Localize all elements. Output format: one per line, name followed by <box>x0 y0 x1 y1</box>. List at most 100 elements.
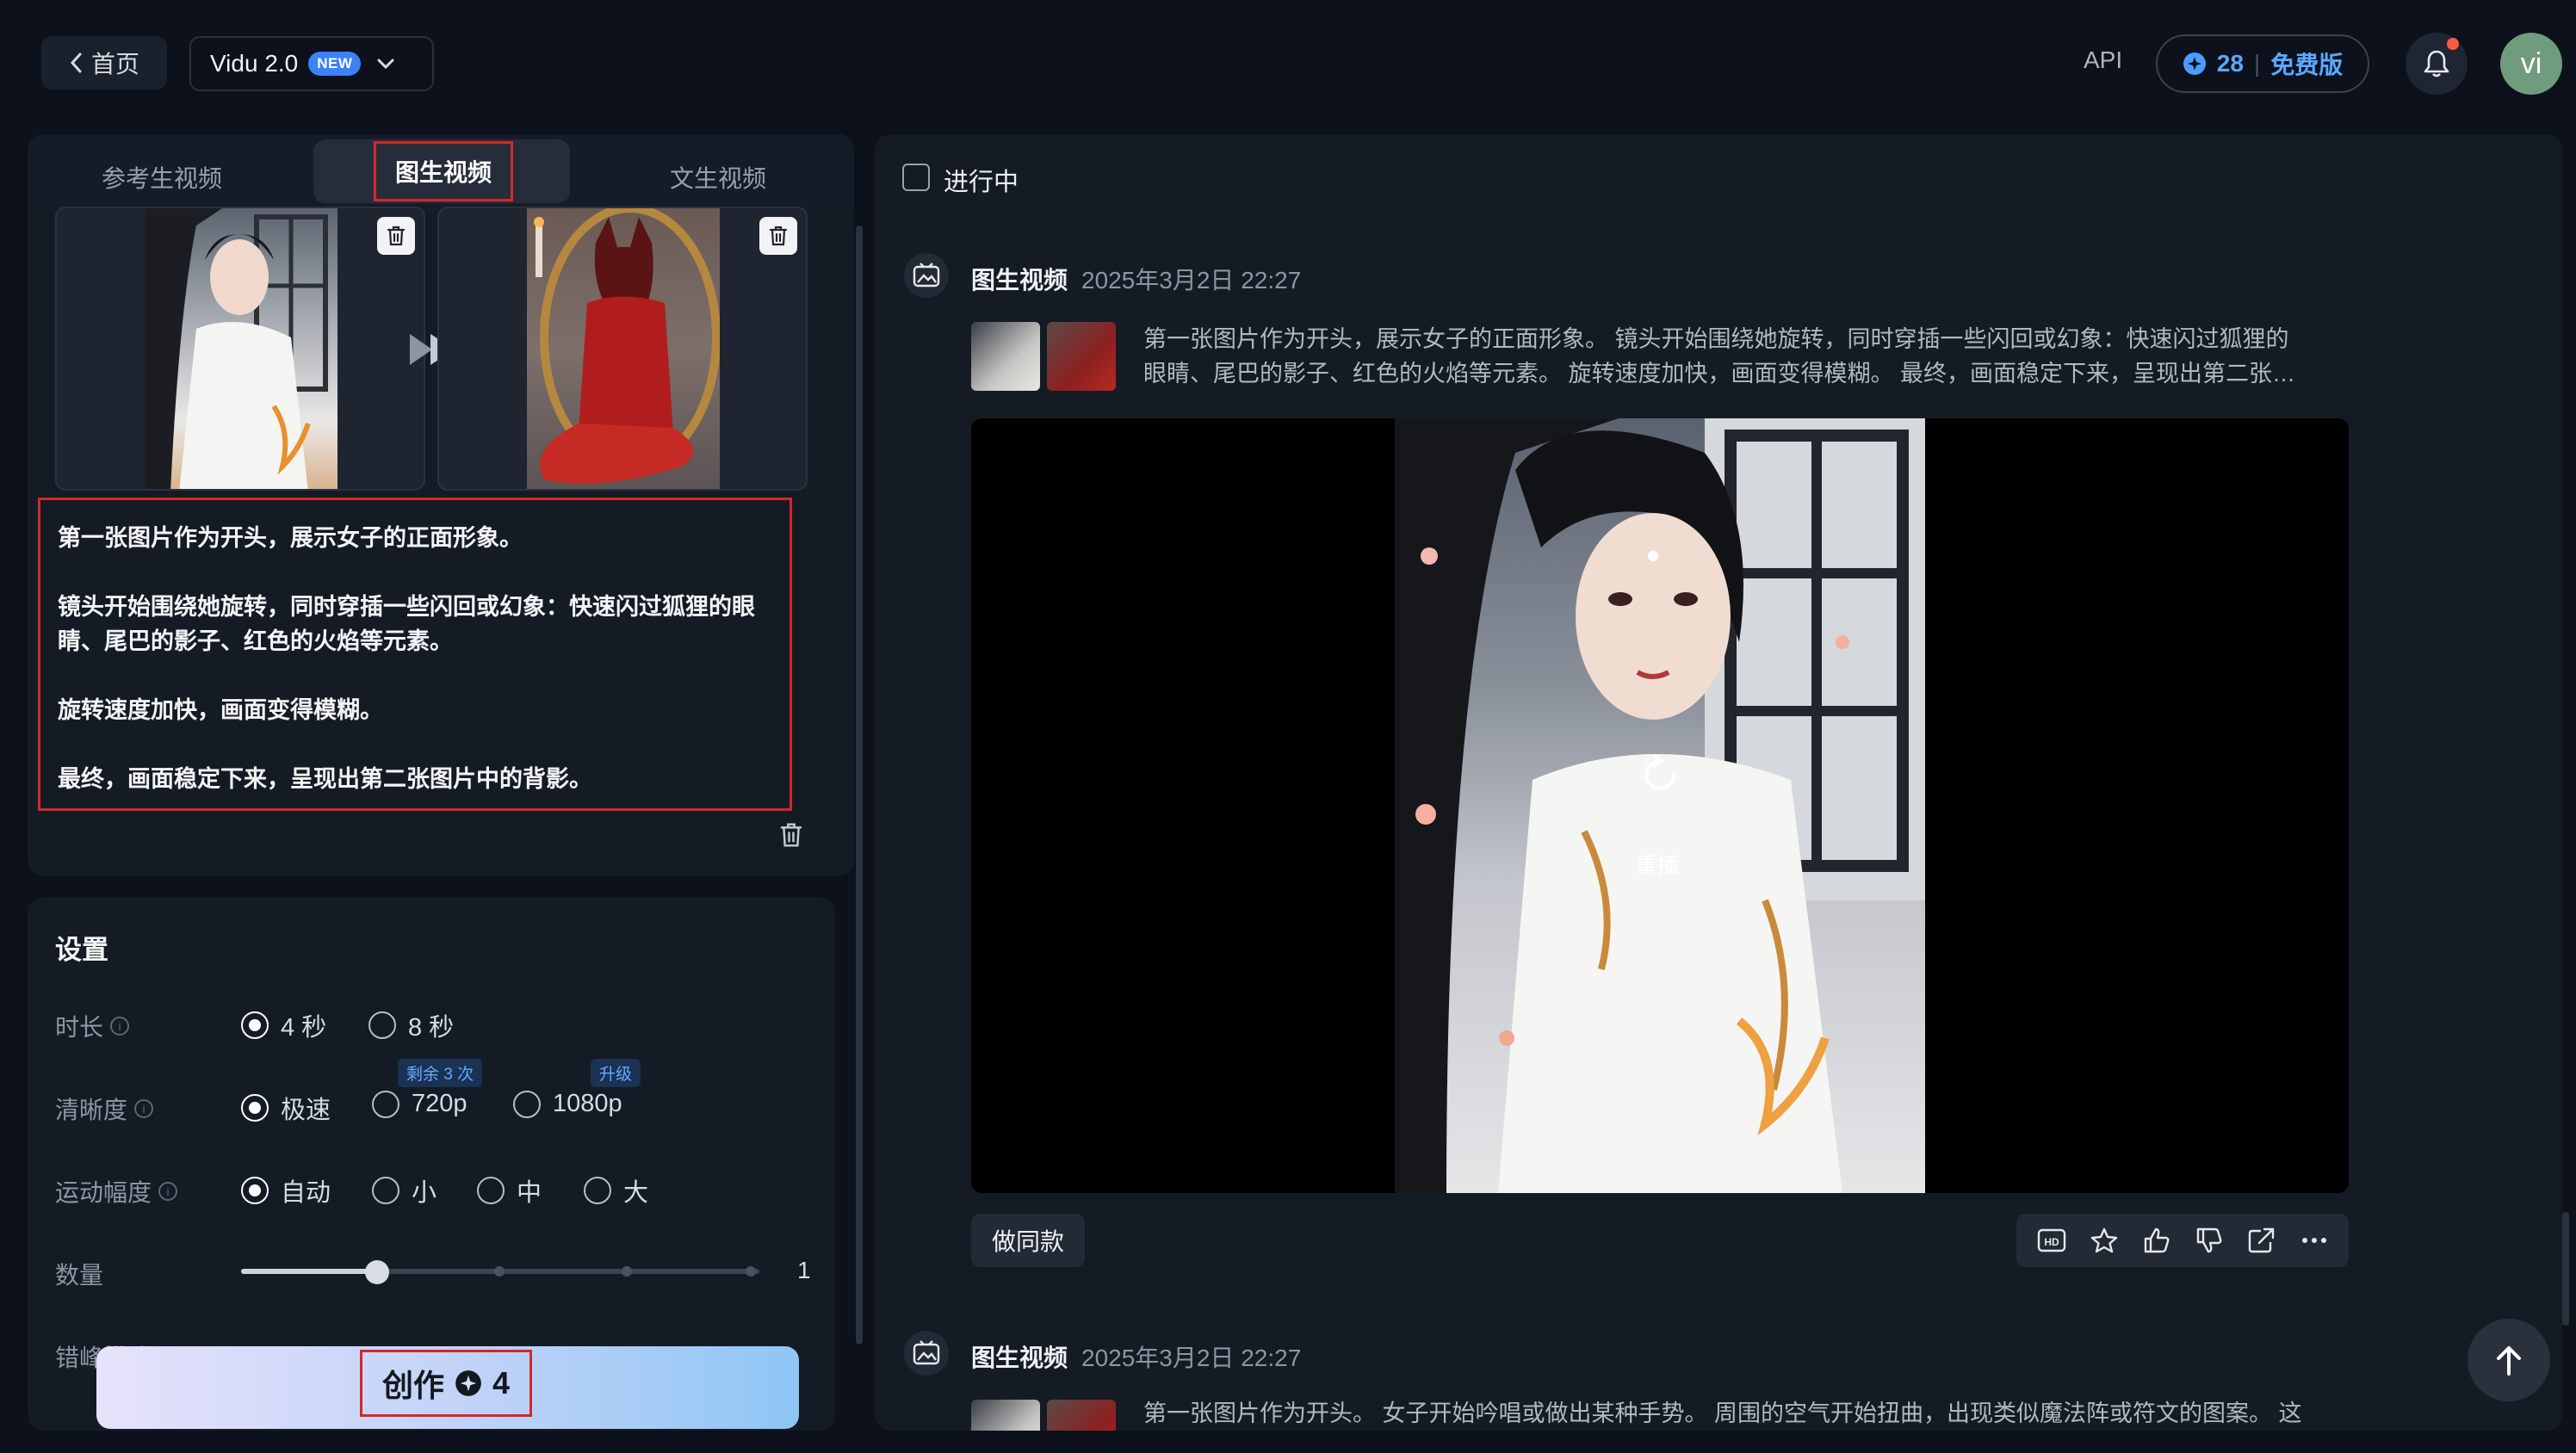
model-name: Vidu 2.0 <box>210 50 299 77</box>
start-frame-image <box>145 208 337 489</box>
motion-label: 运动幅度 i <box>55 1174 178 1209</box>
thumbnail-start <box>971 322 1040 391</box>
motion-option-small[interactable]: 小 <box>372 1172 437 1209</box>
credits-pill[interactable]: 28 | 免费版 <box>2156 34 2369 93</box>
image-to-video-icon <box>904 1331 949 1376</box>
motion-option-auto[interactable]: 自动 <box>241 1172 331 1209</box>
option-label: 极速 <box>281 1097 331 1124</box>
quantity-slider-fill <box>241 1269 377 1274</box>
feed-item-thumbnails[interactable] <box>971 322 1123 391</box>
radio <box>513 1090 541 1118</box>
scroll-to-top-button[interactable] <box>2468 1319 2550 1401</box>
notifications-button[interactable] <box>2406 33 2468 95</box>
tab-text-to-video[interactable]: 文生视频 <box>670 160 766 195</box>
resolution-option-720p[interactable]: 720p <box>372 1090 468 1118</box>
option-label: 大 <box>623 1179 649 1207</box>
info-icon[interactable]: i <box>110 1017 130 1036</box>
option-label: 小 <box>412 1179 437 1207</box>
chevron-down-icon <box>376 58 395 70</box>
thumbnail-start <box>971 1400 1040 1431</box>
settings-title: 设置 <box>55 935 108 965</box>
quantity-label-text: 数量 <box>55 1262 104 1289</box>
radio <box>584 1177 611 1204</box>
feed-item-prompt: 第一张图片作为开头，展示女子的正面形象。 镜头开始围绕她旋转，同时穿插一些闪回或… <box>1143 322 2349 393</box>
prompt-input[interactable]: 第一张图片作为开头，展示女子的正面形象。 镜头开始围绕她旋转，同时穿插一些闪回或… <box>38 498 792 811</box>
in-progress-checkbox[interactable] <box>902 164 930 191</box>
motion-option-medium[interactable]: 中 <box>477 1172 542 1209</box>
slider-step <box>622 1266 632 1277</box>
model-select[interactable]: Vidu 2.0 NEW <box>189 36 434 91</box>
share-icon[interactable] <box>2247 1227 2276 1254</box>
create-label: 创作 <box>381 1368 444 1403</box>
video-frame <box>1395 418 1925 1193</box>
home-button[interactable]: 首页 <box>41 36 167 90</box>
radio <box>477 1177 505 1204</box>
make-same-button[interactable]: 做同款 <box>971 1214 1085 1267</box>
slider-step <box>494 1266 505 1277</box>
quantity-label: 数量 <box>55 1257 103 1291</box>
avatar[interactable]: vi <box>2500 33 2562 95</box>
motion-option-large[interactable]: 大 <box>584 1172 648 1209</box>
option-label: 自动 <box>281 1179 331 1207</box>
end-frame-image <box>527 208 720 489</box>
arrow-up-icon <box>2493 1343 2524 1377</box>
feed-item-prompt: 第一张图片作为开头。 女子开始吟唱或做出某种手势。 周围的空气开始扭曲，出现类似… <box>1143 1396 2349 1431</box>
upgrade-badge[interactable]: 升级 <box>591 1059 641 1087</box>
chevron-left-icon <box>69 52 84 74</box>
duration-label: 时长 i <box>55 1009 130 1043</box>
remaining-badge: 剩余 3 次 <box>398 1059 483 1087</box>
more-icon[interactable] <box>2300 1227 2329 1254</box>
info-icon[interactable]: i <box>158 1182 178 1201</box>
quantity-slider-handle[interactable] <box>365 1260 389 1284</box>
plan-label: 免费版 <box>2270 52 2344 78</box>
image-to-video-icon <box>904 253 949 298</box>
thumbnail-end <box>1047 322 1116 391</box>
thumbs-down-icon[interactable] <box>2195 1227 2224 1254</box>
duration-label-text: 时长 <box>55 1014 104 1041</box>
create-button[interactable]: 创作 4 <box>360 1350 532 1417</box>
tab-image-to-video[interactable]: 图生视频 <box>374 141 513 201</box>
duration-option-4s[interactable]: 4 秒 <box>241 1007 326 1043</box>
info-icon[interactable]: i <box>134 1099 154 1118</box>
radio <box>372 1090 399 1118</box>
right-scrollbar[interactable] <box>2562 1212 2569 1326</box>
radio-selected <box>241 1094 269 1122</box>
option-label: 4 秒 <box>281 1014 327 1042</box>
new-badge: NEW <box>308 52 362 76</box>
feed-item-time: 2025年3月2日 22:27 <box>1081 1345 1302 1371</box>
in-progress-label: 进行中 <box>944 169 1019 196</box>
left-scrollbar[interactable] <box>856 226 863 1345</box>
credits-count: 28 <box>2216 50 2244 77</box>
prompt-paragraph: 最终，画面稳定下来，呈现出第二张图片中的背影。 <box>58 766 592 792</box>
home-label: 首页 <box>90 51 139 77</box>
option-label: 1080p <box>553 1090 622 1117</box>
resolution-label: 清晰度 i <box>55 1091 154 1126</box>
thumbs-up-icon[interactable] <box>2142 1227 2171 1254</box>
end-frame-card[interactable] <box>437 207 808 491</box>
api-link[interactable]: API <box>2084 46 2122 74</box>
feed-prompt-line: 眼睛、尾巴的影子、红色的火焰等元素。 旋转速度加快，画面变得模糊。 最终，画面稳… <box>1143 361 2296 386</box>
svg-text:HD: HD <box>2044 1236 2059 1248</box>
tab-reference-video[interactable]: 参考生视频 <box>102 160 222 195</box>
resolution-option-fast[interactable]: 极速 <box>241 1090 331 1126</box>
motion-label-text: 运动幅度 <box>55 1179 152 1206</box>
trash-icon[interactable] <box>377 217 415 255</box>
bell-icon <box>2423 49 2450 78</box>
trash-icon[interactable] <box>759 217 797 255</box>
create-cost: 4 <box>492 1365 511 1400</box>
video-action-bar: HD <box>2016 1214 2349 1267</box>
slider-step <box>746 1266 756 1277</box>
feed-item-type: 图生视频 <box>971 267 1068 294</box>
radio <box>368 1011 396 1039</box>
option-label: 720p <box>412 1090 468 1117</box>
replay-icon[interactable] <box>1636 751 1684 799</box>
hd-icon[interactable]: HD <box>2037 1227 2066 1253</box>
radio <box>372 1177 399 1204</box>
clear-prompt-trash-icon[interactable] <box>778 821 804 849</box>
replay-label: 重播 <box>1636 854 1680 878</box>
start-frame-card[interactable] <box>55 207 425 491</box>
feed-item-thumbnails[interactable] <box>971 1400 1123 1431</box>
duration-option-8s[interactable]: 8 秒 <box>368 1007 454 1043</box>
star-icon[interactable] <box>2090 1227 2119 1254</box>
resolution-option-1080p[interactable]: 1080p <box>513 1090 622 1118</box>
